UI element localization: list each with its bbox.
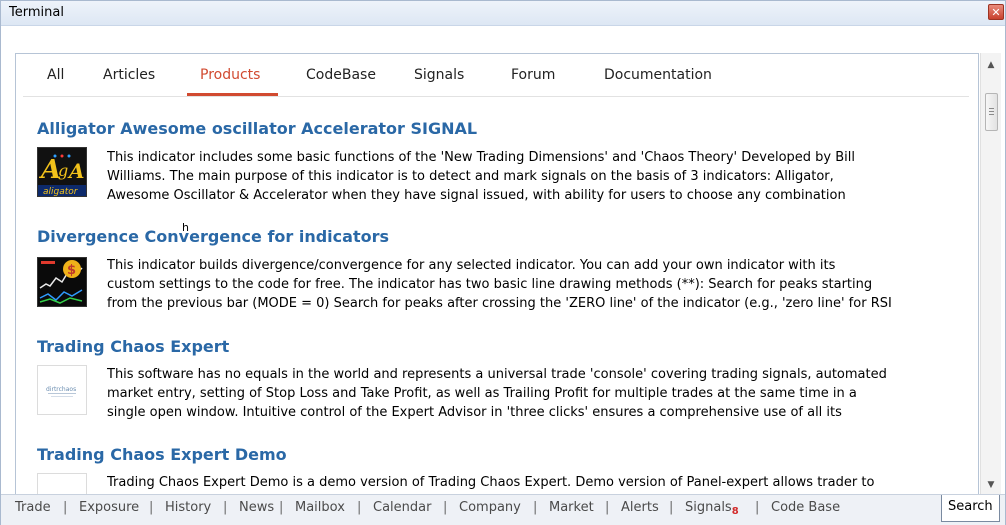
close-icon: ✕ [991,6,1001,19]
signals-count-badge: 8 [731,506,739,517]
tab-exposure[interactable]: Exposure [79,500,139,515]
product-title-divergence[interactable]: Divergence Convergence for indicators [37,227,389,246]
tab-history[interactable]: History [165,500,211,515]
title-bar: Terminal ✕ [1,1,1005,26]
tab-all[interactable]: All [47,67,64,83]
divergence-chart-icon[interactable]: $ [37,257,87,307]
product-description: Trading Chaos Expert Demo is a demo vers… [107,473,967,493]
description-line: single open window. Intuitive control of… [107,405,842,420]
terminal-window: Terminal ✕ All Articles Products CodeBas… [0,0,1006,525]
tab-articles[interactable]: Articles [103,67,155,83]
tab-label: Signals [685,500,732,515]
description-line: Trading Chaos Expert Demo is a demo vers… [107,475,875,490]
svg-text:dirtrchaos: dirtrchaos [46,386,76,393]
tab-signals[interactable]: Signals [414,67,464,83]
alligator-indicator-icon[interactable]: A g A aligator [37,147,87,197]
text-cursor-artifact: h [182,221,189,234]
tab-calendar[interactable]: Calendar [373,500,431,515]
svg-text:g: g [58,161,68,180]
tab-news[interactable]: News [239,500,274,515]
tabs-divider [23,96,969,97]
product-title-trading-chaos-expert[interactable]: Trading Chaos Expert [37,337,229,356]
tab-trade[interactable]: Trade [15,500,51,515]
description-line: This indicator builds divergence/converg… [107,258,836,273]
trading-chaos-logo-icon[interactable]: dirtrchaos [37,365,87,415]
product-description: This indicator builds divergence/converg… [107,256,967,313]
tab-mailbox[interactable]: Mailbox [295,500,345,515]
tab-code-base[interactable]: Code Base [771,500,840,515]
tab-codebase[interactable]: CodeBase [306,67,376,83]
tab-products[interactable]: Products [200,67,260,83]
trading-chaos-demo-icon[interactable] [37,473,87,494]
description-line: Awesome Oscillator & Accelerator when th… [107,188,846,203]
tab-alerts[interactable]: Alerts [621,500,659,515]
scroll-up-arrow-icon[interactable]: ▲ [981,57,1001,73]
product-description: This software has no equals in the world… [107,365,967,422]
product-title-alligator[interactable]: Alligator Awesome oscillator Accelerator… [37,119,477,138]
scroll-thumb[interactable] [985,93,998,131]
description-line: This indicator includes some basic funct… [107,150,855,165]
svg-text:aligator: aligator [43,187,79,196]
tab-signals-bottom[interactable]: Signals8 [685,500,739,517]
tab-search[interactable]: Search [941,495,1000,522]
svg-text:A: A [67,159,85,183]
svg-text:$: $ [67,263,76,278]
description-line: This software has no equals in the world… [107,367,887,382]
tab-market[interactable]: Market [549,500,594,515]
tab-company[interactable]: Company [459,500,521,515]
vertical-scrollbar[interactable]: ▲ ▼ [980,53,1001,495]
close-button[interactable]: ✕ [988,4,1004,20]
terminal-tabs-bar: Trade | Exposure | History | News | Mail… [1,494,1005,525]
scroll-down-arrow-icon[interactable]: ▼ [981,477,1001,493]
description-line: custom settings to the code for free. Th… [107,277,873,292]
window-title: Terminal [9,5,64,20]
tab-documentation[interactable]: Documentation [604,67,712,83]
tab-forum[interactable]: Forum [511,67,555,83]
description-line: Williams. The main purpose of this indic… [107,169,834,184]
product-description: This indicator includes some basic funct… [107,148,967,205]
description-line: from the previous bar (MODE = 0) Search … [107,296,892,311]
product-title-trading-chaos-expert-demo[interactable]: Trading Chaos Expert Demo [37,445,287,464]
description-line: market entry, setting of Stop Loss and T… [107,386,857,401]
